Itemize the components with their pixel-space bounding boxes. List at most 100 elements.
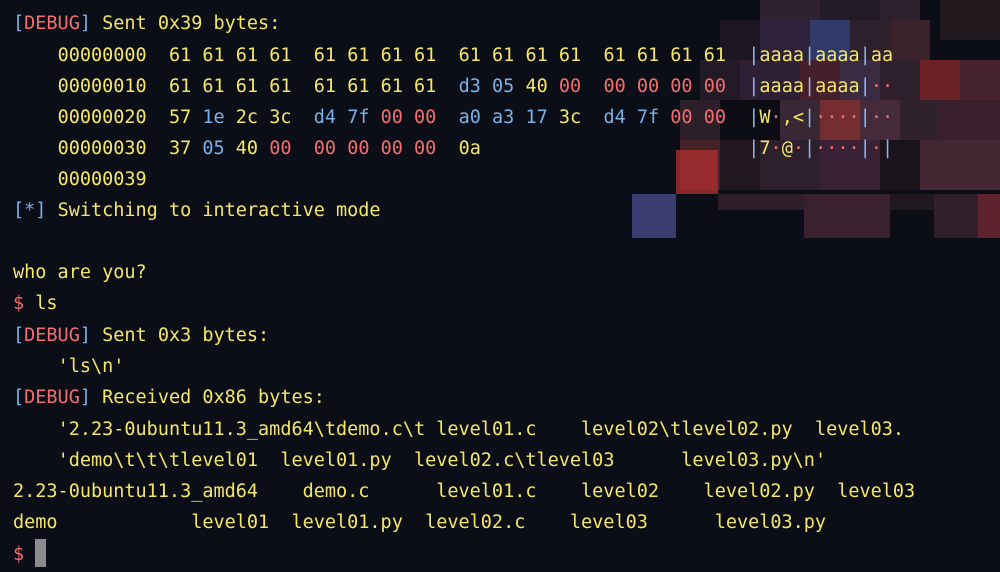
info-line: [*] Switching to interactive mode bbox=[13, 200, 381, 221]
hex-byte: 61 bbox=[670, 45, 693, 66]
hex-byte bbox=[670, 138, 692, 159]
hex-byte: 40 bbox=[525, 76, 548, 97]
text-cursor bbox=[35, 539, 47, 567]
interactive-msg: Switching to interactive mode bbox=[57, 200, 381, 221]
received-line-2: 'demo\t\t\tlevel01 level01.py level02.c\… bbox=[57, 450, 827, 471]
hex-ascii: |7·@·|····|·| bbox=[748, 138, 894, 159]
hex-offset: 00000039 bbox=[57, 169, 147, 190]
hex-bytes: 37 05 40 00 00 00 00 00 0a bbox=[169, 138, 748, 159]
command-line: $ ls bbox=[13, 288, 58, 319]
hex-bytes: 57 1e 2c 3c d4 7f 00 00 a0 a3 17 3c d4 7… bbox=[169, 107, 748, 128]
hexdump-row: 00000000 61 61 61 61 61 61 61 61 61 61 6… bbox=[13, 40, 894, 71]
received-data-line: 'demo\t\t\tlevel01 level01.py level02.c\… bbox=[13, 445, 827, 476]
hex-byte bbox=[525, 138, 547, 159]
hex-offset: 00000010 bbox=[57, 76, 147, 97]
hex-byte: 7f bbox=[636, 107, 660, 128]
hex-byte: 61 bbox=[235, 76, 259, 97]
info-tag: * bbox=[24, 200, 36, 221]
listing-line-2: demo level01 level01.py level02.c level0… bbox=[13, 512, 827, 533]
hex-byte: d3 bbox=[458, 76, 481, 97]
hex-byte: 61 bbox=[603, 45, 626, 66]
hex-byte: 0a bbox=[458, 138, 481, 159]
hex-offset: 00000000 bbox=[57, 45, 147, 66]
hex-ascii: |aaaa|aaaa|aa bbox=[748, 45, 894, 66]
hex-byte: 00 bbox=[414, 138, 437, 159]
hex-byte: 00 bbox=[670, 76, 693, 97]
hex-byte: 00 bbox=[347, 138, 370, 159]
hex-byte: 61 bbox=[380, 45, 403, 66]
hex-byte: 61 bbox=[202, 76, 225, 97]
hex-byte: 61 bbox=[269, 45, 292, 66]
hex-byte: 61 bbox=[168, 76, 192, 97]
hex-byte: 7f bbox=[347, 107, 370, 128]
hex-ascii: |W·,<|····|·· bbox=[748, 107, 894, 128]
final-prompt-line[interactable]: $ bbox=[13, 539, 47, 570]
hex-byte bbox=[704, 138, 726, 159]
debug-tag: DEBUG bbox=[24, 325, 80, 346]
hex-offset: 00000030 bbox=[57, 138, 147, 159]
hex-byte: 61 bbox=[269, 76, 292, 97]
hex-byte: 61 bbox=[313, 45, 337, 66]
hex-byte: 61 bbox=[168, 45, 192, 66]
received-data-line: '2.23-0ubuntu11.3_amd64\tdemo.c\t level0… bbox=[13, 414, 904, 445]
hex-bytes: 61 61 61 61 61 61 61 61 d3 05 40 00 00 0… bbox=[169, 76, 748, 97]
hex-byte: 1e bbox=[202, 107, 225, 128]
hex-byte: d4 bbox=[603, 107, 626, 128]
hexdump-row: 00000039 bbox=[13, 164, 147, 195]
hex-byte: 37 bbox=[168, 138, 192, 159]
hex-byte: 61 bbox=[347, 45, 370, 66]
hex-byte: 17 bbox=[525, 107, 548, 128]
hex-byte: 61 bbox=[380, 76, 403, 97]
received-line-1: '2.23-0ubuntu11.3_amd64\tdemo.c\t level0… bbox=[57, 419, 905, 440]
hex-byte: 2c bbox=[235, 107, 259, 128]
hex-byte: 00 bbox=[703, 107, 726, 128]
hex-byte: 61 bbox=[703, 45, 726, 66]
hex-byte bbox=[603, 138, 625, 159]
hex-byte: 00 bbox=[380, 138, 403, 159]
hex-byte: 00 bbox=[313, 138, 337, 159]
hex-byte: 05 bbox=[492, 76, 515, 97]
hex-byte: 61 bbox=[414, 76, 437, 97]
hex-byte: a3 bbox=[492, 107, 515, 128]
hex-byte: 61 bbox=[202, 45, 225, 66]
hexdump-row: 00000020 57 1e 2c 3c d4 7f 00 00 a0 a3 1… bbox=[13, 102, 894, 133]
hex-byte: 00 bbox=[269, 138, 292, 159]
hex-byte: 3c bbox=[558, 107, 582, 128]
hex-offset: 00000020 bbox=[57, 107, 147, 128]
who-prompt: who are you? bbox=[13, 262, 147, 283]
hex-byte: 61 bbox=[636, 45, 660, 66]
terminal-window[interactable]: [DEBUG] Sent 0x39 bytes: 00000000 61 61 … bbox=[0, 0, 1000, 572]
shell-prompt: $ bbox=[13, 293, 25, 314]
hex-ascii: |aaaa|aaaa|·· bbox=[748, 76, 894, 97]
hex-byte bbox=[492, 138, 514, 159]
sent-ls-payload-line: 'ls\n' bbox=[13, 351, 125, 382]
debug-sent-line: [DEBUG] Sent 0x39 bytes: bbox=[13, 13, 281, 34]
debug-sent-line: [DEBUG] Sent 0x3 bytes: bbox=[13, 325, 270, 346]
command-text: ls bbox=[35, 293, 58, 314]
hex-bytes: 61 61 61 61 61 61 61 61 61 61 61 61 61 6… bbox=[169, 45, 748, 66]
hex-byte: 61 bbox=[347, 76, 370, 97]
hexdump-row: 00000030 37 05 40 00 00 00 00 00 0a |7·@… bbox=[13, 133, 894, 164]
hex-byte: 00 bbox=[703, 76, 726, 97]
hex-byte: 05 bbox=[202, 138, 225, 159]
hex-byte: d4 bbox=[313, 107, 337, 128]
hex-byte: a0 bbox=[458, 107, 481, 128]
hex-byte: 61 bbox=[313, 76, 337, 97]
sent-ls-header: Sent 0x3 bytes: bbox=[102, 325, 270, 346]
hex-byte bbox=[559, 138, 581, 159]
hex-byte: 00 bbox=[670, 107, 693, 128]
hex-byte: 61 bbox=[492, 45, 515, 66]
received-header: Received 0x86 bytes: bbox=[102, 387, 325, 408]
hex-byte: 00 bbox=[414, 107, 437, 128]
debug-tag: DEBUG bbox=[24, 387, 80, 408]
listing-line-1: 2.23-0ubuntu11.3_amd64 demo.c level01.c … bbox=[13, 481, 916, 502]
hex-byte: 00 bbox=[558, 76, 582, 97]
hex-byte: 00 bbox=[636, 76, 660, 97]
hex-byte: 40 bbox=[235, 138, 259, 159]
hex-byte: 3c bbox=[269, 107, 292, 128]
hex-byte: 61 bbox=[558, 45, 582, 66]
hex-byte: 00 bbox=[380, 107, 403, 128]
sent-header: Sent 0x39 bytes: bbox=[102, 13, 281, 34]
hexdump-row: 00000010 61 61 61 61 61 61 61 61 d3 05 4… bbox=[13, 71, 894, 102]
hex-byte: 00 bbox=[603, 76, 626, 97]
